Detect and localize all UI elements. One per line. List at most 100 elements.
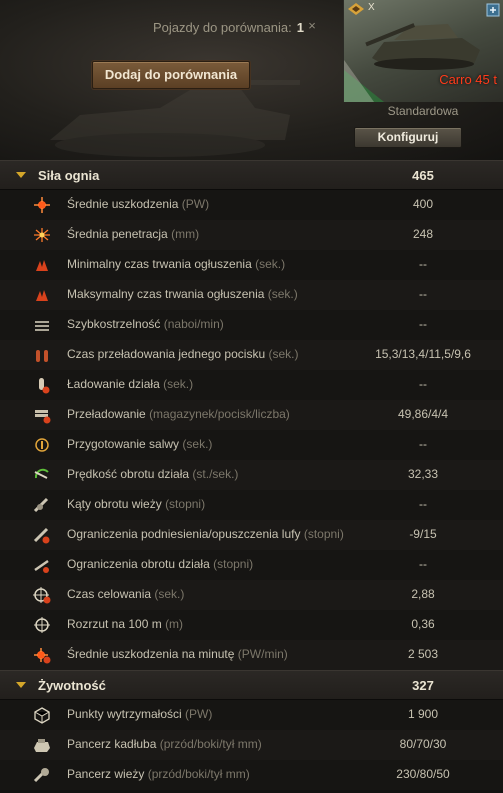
stat-unit: (stopni) bbox=[213, 557, 254, 571]
stat-row: Średnia penetracja (mm) 248 bbox=[0, 220, 503, 250]
section-value: 327 bbox=[412, 678, 434, 693]
stat-unit: (PW) bbox=[185, 707, 213, 721]
stat-label-text: Średnie uszkodzenia bbox=[67, 197, 179, 211]
stat-row: Przygotowanie salwy (sek.) -- bbox=[0, 430, 503, 460]
stat-row: Pancerz wieży (przód/boki/tył mm) 230/80/… bbox=[0, 760, 503, 790]
stat-row: Prędkość obrotu działa (st./sek.) 32,33 bbox=[0, 460, 503, 490]
stat-unit: (st./sek.) bbox=[192, 467, 239, 481]
salvo-icon bbox=[35, 438, 49, 452]
stat-label: Prędkość obrotu działa (st./sek.) bbox=[67, 467, 238, 481]
stat-row: Czas celowania (sek.) 2,88 bbox=[0, 580, 503, 610]
stat-row: Punkty wytrzymałości (PW) 1 900 bbox=[0, 700, 503, 730]
add-to-comparison-button[interactable]: Dodaj do porównania bbox=[92, 61, 250, 89]
stat-label-text: Przygotowanie salwy bbox=[67, 437, 180, 451]
stat-value: -- bbox=[419, 257, 427, 271]
stat-value: 80/70/30 bbox=[399, 737, 447, 751]
stat-label-text: Ograniczenia podniesienia/opuszczenia lu… bbox=[67, 527, 301, 541]
turret-armor-icon bbox=[33, 768, 49, 783]
stat-unit: (stopni) bbox=[165, 497, 206, 511]
stat-row: Przeładowanie (magazynek/pocisk/liczba) 4… bbox=[0, 400, 503, 430]
penetration-icon bbox=[34, 228, 50, 242]
stat-label-text: Szybkostrzelność bbox=[67, 317, 161, 331]
stat-value: 230/80/50 bbox=[396, 767, 450, 781]
stat-unit: (sek.) bbox=[182, 437, 213, 451]
header-left-panel: Pojazdy do porównania: 1 × Dodaj do poró… bbox=[0, 0, 343, 160]
comparison-count-value: 1 bbox=[296, 20, 304, 35]
stat-label: Minimalny czas trwania ogłuszenia (sek.) bbox=[67, 257, 285, 271]
stat-row: Średnie uszkodzenia (PW) 400 bbox=[0, 190, 503, 220]
stat-value: 49,86/4/4 bbox=[397, 407, 449, 421]
stat-label: Czas celowania (sek.) bbox=[67, 587, 184, 601]
collapse-arrow-icon[interactable] bbox=[16, 682, 26, 688]
comparison-header: Pojazdy do porównania: 1 × Dodaj do poró… bbox=[0, 0, 503, 160]
stat-unit: (PW/min) bbox=[237, 647, 288, 661]
damage-icon bbox=[34, 197, 50, 213]
stat-label: Ograniczenia obrotu działa (stopni) bbox=[67, 557, 253, 571]
stat-label-text: Czas przeładowania jednego pocisku bbox=[67, 347, 266, 361]
stat-value: -- bbox=[419, 437, 427, 451]
stat-label: Średnie uszkodzenia na minutę (PW/min) bbox=[67, 647, 288, 661]
hull-armor-icon bbox=[34, 739, 50, 752]
firepower-rows: Średnie uszkodzenia (PW) 400 Średnia penet… bbox=[0, 190, 503, 670]
stat-label: Pancerz wieży (przód/boki/tył mm) bbox=[67, 767, 250, 781]
clear-comparison-button[interactable]: × bbox=[304, 18, 320, 34]
hit-points-icon bbox=[34, 707, 50, 724]
stat-label-text: Ładowanie działa bbox=[67, 377, 160, 391]
configuration-name: Standardowa bbox=[387, 104, 459, 118]
section-title: Siła ognia bbox=[38, 168, 100, 183]
section-firepower[interactable]: Siła ognia 465 bbox=[0, 160, 503, 190]
survivability-rows: Punkty wytrzymałości (PW) 1 900 Pancerz ka… bbox=[0, 700, 503, 790]
section-value: 465 bbox=[412, 168, 434, 183]
stat-row: Średnie uszkodzenia na minutę (PW/min) 2 … bbox=[0, 640, 503, 670]
elevation-icon bbox=[33, 527, 50, 544]
stat-label: Punkty wytrzymałości (PW) bbox=[67, 707, 212, 721]
stat-value: 248 bbox=[412, 227, 434, 241]
stat-label: Ograniczenia podniesienia/opuszczenia lu… bbox=[67, 527, 344, 541]
stat-value: 0,36 bbox=[411, 617, 435, 631]
stat-row: Pancerz kadłuba (przód/boki/tył mm) 80/70… bbox=[0, 730, 503, 760]
stat-label-text: Średnie uszkodzenia na minutę bbox=[67, 647, 235, 661]
stat-unit: (sek.) bbox=[268, 347, 299, 361]
tank-card[interactable]: X Carro 45 t bbox=[343, 0, 503, 102]
tank-image bbox=[365, 23, 480, 70]
stat-label-text: Przeładowanie bbox=[67, 407, 146, 421]
stat-value: -- bbox=[419, 317, 427, 331]
stat-label-text: Ograniczenia obrotu działa bbox=[67, 557, 210, 571]
stat-value: 15,3/13,4/11,5/9,6 bbox=[375, 347, 471, 361]
collapse-arrow-icon[interactable] bbox=[16, 172, 26, 178]
stat-value: -- bbox=[419, 377, 427, 391]
stat-unit: (sek.) bbox=[267, 287, 298, 301]
stat-label-text: Średnia penetracja bbox=[67, 227, 168, 241]
stat-unit: (sek.) bbox=[255, 257, 286, 271]
stat-unit: (PW) bbox=[181, 197, 210, 211]
stat-unit: (przód/boki/tył mm) bbox=[159, 737, 262, 751]
stat-value: -9/15 bbox=[409, 527, 437, 541]
configure-button[interactable]: Konfiguruj bbox=[354, 127, 462, 148]
stat-label-text: Pancerz kadłuba bbox=[67, 737, 157, 751]
comparison-count: Pojazdy do porównania: 1 bbox=[153, 20, 304, 35]
section-title: Żywotność bbox=[38, 678, 106, 693]
stat-label: Ładowanie działa (sek.) bbox=[67, 377, 193, 391]
stat-label-text: Rozrzut na 100 m bbox=[67, 617, 162, 631]
gun-traverse-speed-icon bbox=[34, 468, 49, 479]
stat-unit: (stopni) bbox=[303, 527, 344, 541]
stat-row: Minimalny czas trwania ogłuszenia (sek.)… bbox=[0, 250, 503, 280]
stat-label-text: Pancerz wieży bbox=[67, 767, 145, 781]
gun-traverse-limit-icon bbox=[34, 559, 49, 573]
damage-per-minute-icon bbox=[34, 648, 51, 664]
comparison-count-label: Pojazdy do porównania: bbox=[153, 20, 292, 35]
stat-label: Pancerz kadłuba (przód/boki/tył mm) bbox=[67, 737, 262, 751]
stat-row: Rozrzut na 100 m (m) 0,36 bbox=[0, 610, 503, 640]
gun-loading-icon bbox=[39, 378, 50, 394]
stat-unit: (magazynek/pocisk/liczba) bbox=[149, 407, 290, 421]
shell-reload-icon bbox=[36, 350, 48, 362]
stat-value: 400 bbox=[412, 197, 434, 211]
stat-unit: (sek.) bbox=[163, 377, 194, 391]
stat-label-text: Minimalny czas trwania ogłuszenia bbox=[67, 257, 252, 271]
stat-unit: (przód/boki/tył mm) bbox=[147, 767, 250, 781]
stun-min-icon bbox=[36, 260, 48, 271]
stat-label-text: Prędkość obrotu działa bbox=[67, 467, 190, 481]
section-survivability[interactable]: Żywotność 327 bbox=[0, 670, 503, 700]
stat-label-text: Kąty obrotu wieży bbox=[67, 497, 162, 511]
stat-label: Kąty obrotu wieży (stopni) bbox=[67, 497, 205, 511]
